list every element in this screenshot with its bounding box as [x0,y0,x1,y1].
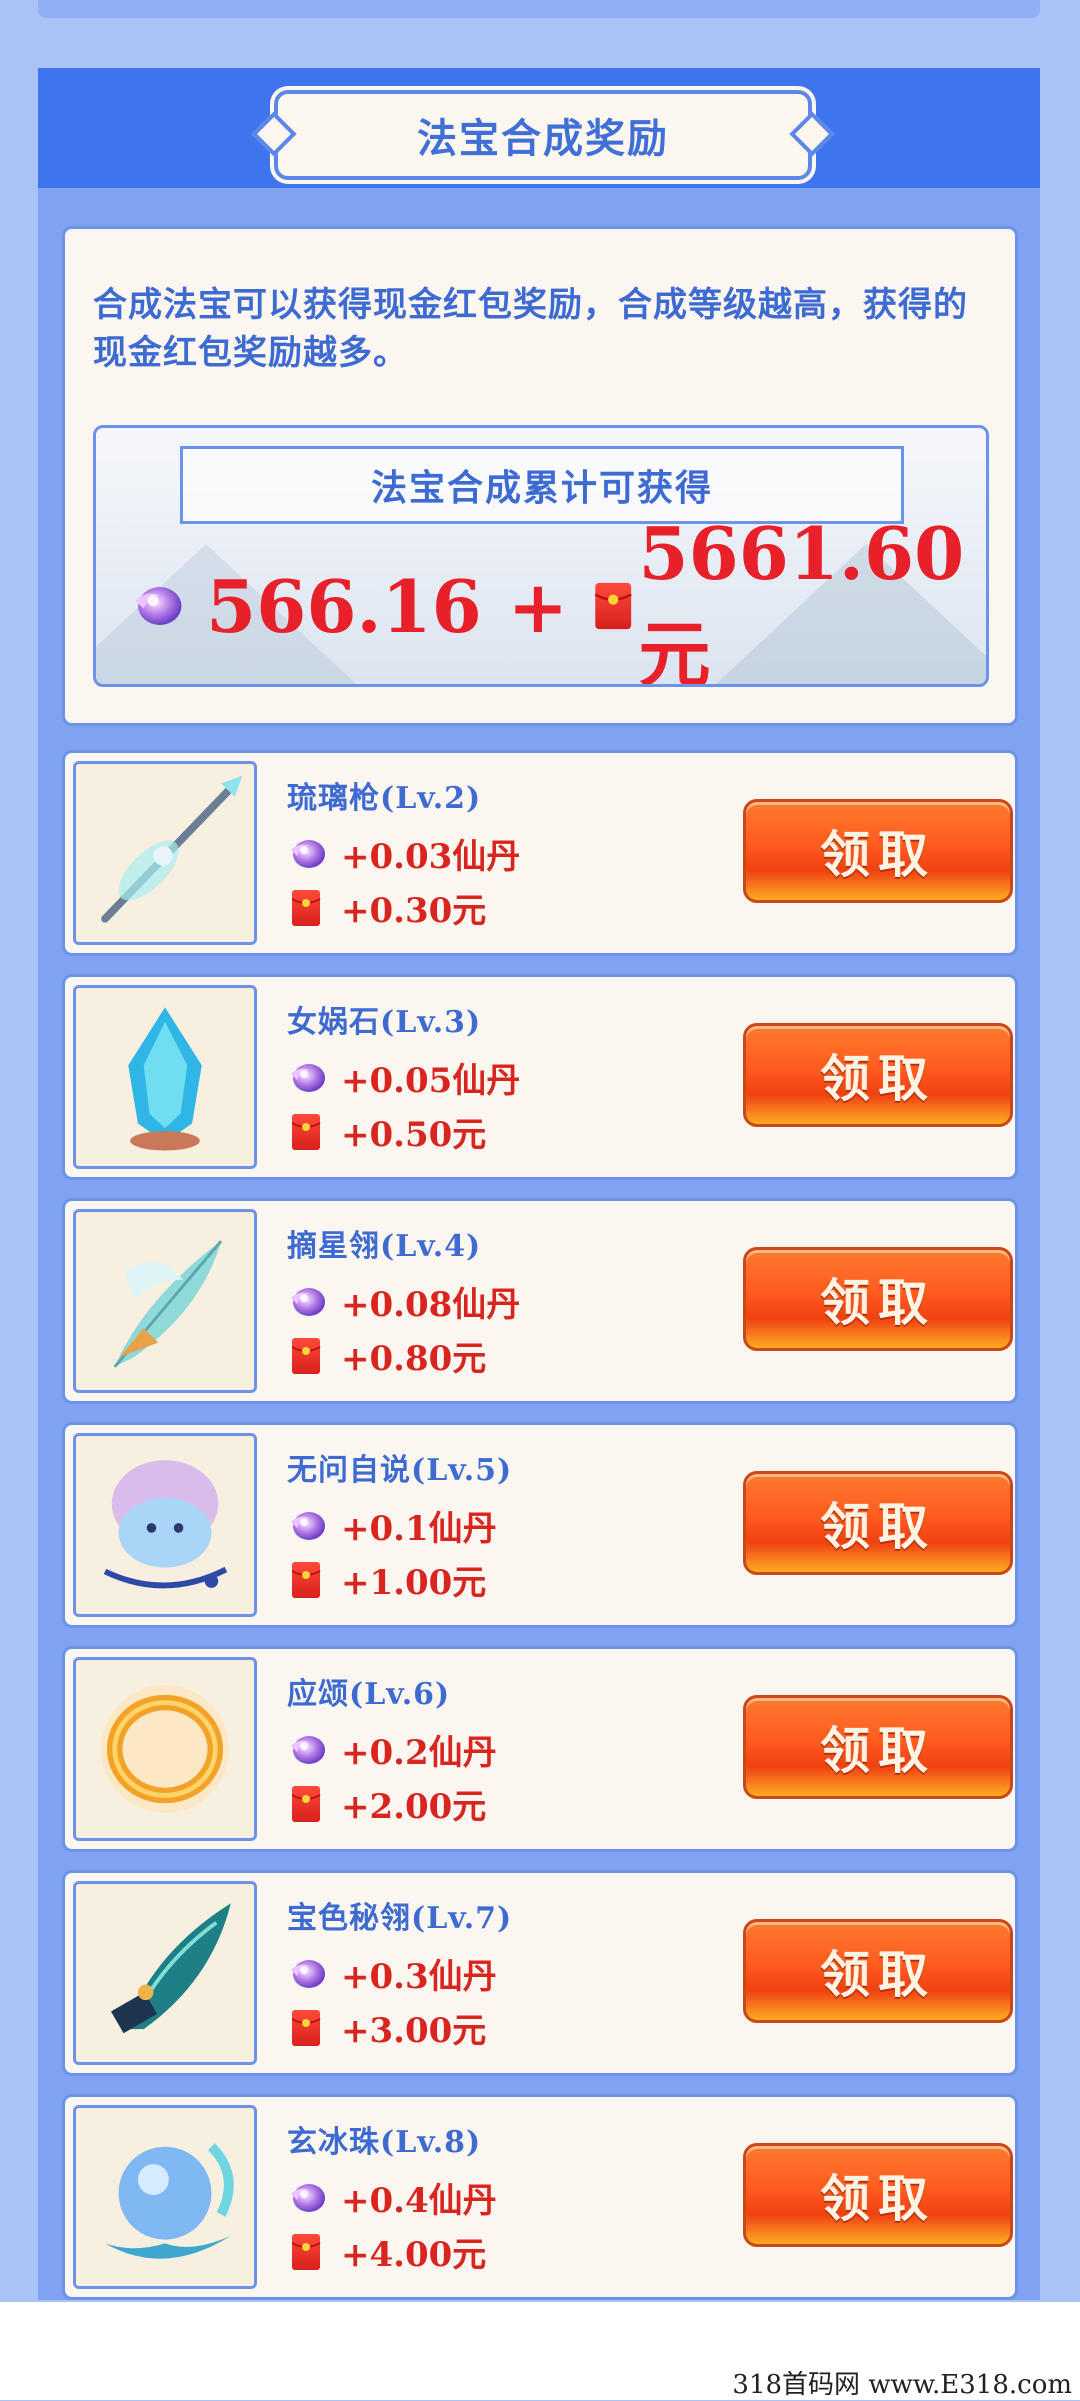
item-name: 女娲石(Lv.3) [287,1005,482,1040]
dan-reward-value: +0.08仙丹 [341,1285,521,1325]
title-plaque: 法宝合成奖励 [274,90,812,180]
list-item: 宝色秘翎(Lv.7) +0.3仙丹 +3.00元 领取 [62,1870,1018,2076]
dan-reward-value: +0.05仙丹 [341,1061,521,1101]
ice-pearl-icon [73,2105,257,2289]
claim-button[interactable]: 领取 [743,799,1013,903]
total-label: 法宝合成累计可获得 [370,467,713,509]
claim-button-label: 领取 [820,1273,936,1332]
golden-ring-icon [73,1657,257,1841]
panel-title: 法宝合成奖励 [417,115,669,162]
item-name: 摘星翎(Lv.4) [287,1229,482,1264]
red-packet-icon [291,1785,321,1823]
total-row: 566.16 + 5661.60元 [130,511,986,684]
red-packet-icon [291,1337,321,1375]
total-reward-box: 法宝合成累计可获得 566.16 + 5661.60元 [93,425,989,687]
list-item: 摘星翎(Lv.4) +0.08仙丹 +0.80元 领取 [62,1198,1018,1404]
cash-reward-value: +3.00元 [341,2011,487,2051]
cash-reward: +0.50元 [287,1107,486,1156]
claim-button[interactable]: 领取 [743,1023,1013,1127]
claim-button-label: 领取 [820,1945,936,2004]
item-name: 应颂(Lv.6) [287,1677,451,1712]
total-dan-value: 566.16 [206,563,482,649]
dan-reward: +0.2仙丹 [287,1725,497,1774]
list-item: 无问自说(Lv.5) +0.1仙丹 +1.00元 领取 [62,1422,1018,1628]
cash-reward-value: +0.50元 [341,1115,487,1155]
plus-sign: + [507,563,569,649]
claim-button-label: 领取 [820,2169,936,2228]
dan-reward: +0.08仙丹 [287,1277,520,1326]
xiandan-icon [287,1732,327,1768]
dan-reward: +0.1仙丹 [287,1501,497,1550]
panel-header: 法宝合成奖励 [38,68,1040,188]
cash-reward-value: +2.00元 [341,1787,487,1827]
dan-reward: +0.05仙丹 [287,1053,520,1102]
claim-button-label: 领取 [820,1497,936,1556]
dan-reward-value: +0.03仙丹 [341,837,521,877]
watermark: 318首码网 www.E318.com [732,2370,1072,2400]
xiandan-icon [287,1060,327,1096]
cash-reward: +4.00元 [287,2227,486,2276]
xiandan-icon [287,836,327,872]
cash-reward: +0.30元 [287,883,486,932]
claim-button[interactable]: 领取 [743,1471,1013,1575]
claim-button[interactable]: 领取 [743,1695,1013,1799]
list-item: 女娲石(Lv.3) +0.05仙丹 +0.50元 领取 [62,974,1018,1180]
dan-reward-value: +0.1仙丹 [341,1509,497,1549]
dan-reward: +0.03仙丹 [287,829,520,878]
claim-button[interactable]: 领取 [743,1247,1013,1351]
red-packet-icon [291,2009,321,2047]
item-name: 无问自说(Lv.5) [287,1453,513,1488]
cash-reward: +3.00元 [287,2003,486,2052]
dark-feather-icon [73,1881,257,2065]
cash-reward: +2.00元 [287,1779,486,1828]
dan-reward-value: +0.2仙丹 [341,1733,497,1773]
claim-button[interactable]: 领取 [743,2143,1013,2247]
xiandan-icon [287,2180,327,2216]
previous-section-edge [38,0,1040,18]
spirit-orb-icon [73,1433,257,1617]
reward-panel: 法宝合成奖励 合成法宝可以获得现金红包奖励，合成等级越高，获得的现金红包奖励越多… [38,68,1040,2300]
total-cash-value: 5661.60元 [638,511,965,687]
reward-description: 合成法宝可以获得现金红包奖励，合成等级越高，获得的现金红包奖励越多。 [93,285,968,373]
xiandan-icon [130,575,184,637]
dan-reward-value: +0.3仙丹 [341,1957,497,1997]
item-name: 宝色秘翎(Lv.7) [287,1901,513,1936]
xiandan-icon [287,1956,327,1992]
crystal-stone-icon [73,985,257,1169]
cash-reward-value: +4.00元 [341,2235,487,2275]
red-packet-icon [291,1113,321,1151]
dan-reward-value: +0.4仙丹 [341,2181,497,2221]
claim-button-label: 领取 [820,825,936,884]
dan-reward: +0.3仙丹 [287,1949,497,1998]
claim-button[interactable]: 领取 [743,1919,1013,2023]
item-name: 玄冰珠(Lv.8) [287,2125,482,2160]
feather-icon [73,1209,257,1393]
red-packet-icon [291,1561,321,1599]
cash-reward: +1.00元 [287,1555,486,1604]
cash-reward: +0.80元 [287,1331,486,1380]
item-name: 琉璃枪(Lv.2) [287,781,482,816]
xiandan-icon [287,1508,327,1544]
xiandan-icon [287,1284,327,1320]
list-item: 应颂(Lv.6) +0.2仙丹 +2.00元 领取 [62,1646,1018,1852]
list-item: 琉璃枪(Lv.2) +0.03仙丹 +0.30元 领取 [62,750,1018,956]
dan-reward: +0.4仙丹 [287,2173,497,2222]
info-card: 合成法宝可以获得现金红包奖励，合成等级越高，获得的现金红包奖励越多。 法宝合成累… [62,226,1018,726]
claim-button-label: 领取 [820,1049,936,1108]
claim-button-label: 领取 [820,1721,936,1780]
cash-reward-value: +0.30元 [341,891,487,931]
list-item: 玄冰珠(Lv.8) +0.4仙丹 +4.00元 领取 [62,2094,1018,2300]
cash-reward-value: +0.80元 [341,1339,487,1379]
red-packet-icon [291,2233,321,2271]
spear-icon [73,761,257,945]
cash-reward-value: +1.00元 [341,1563,487,1603]
red-packet-icon [594,577,632,635]
red-packet-icon [291,889,321,927]
